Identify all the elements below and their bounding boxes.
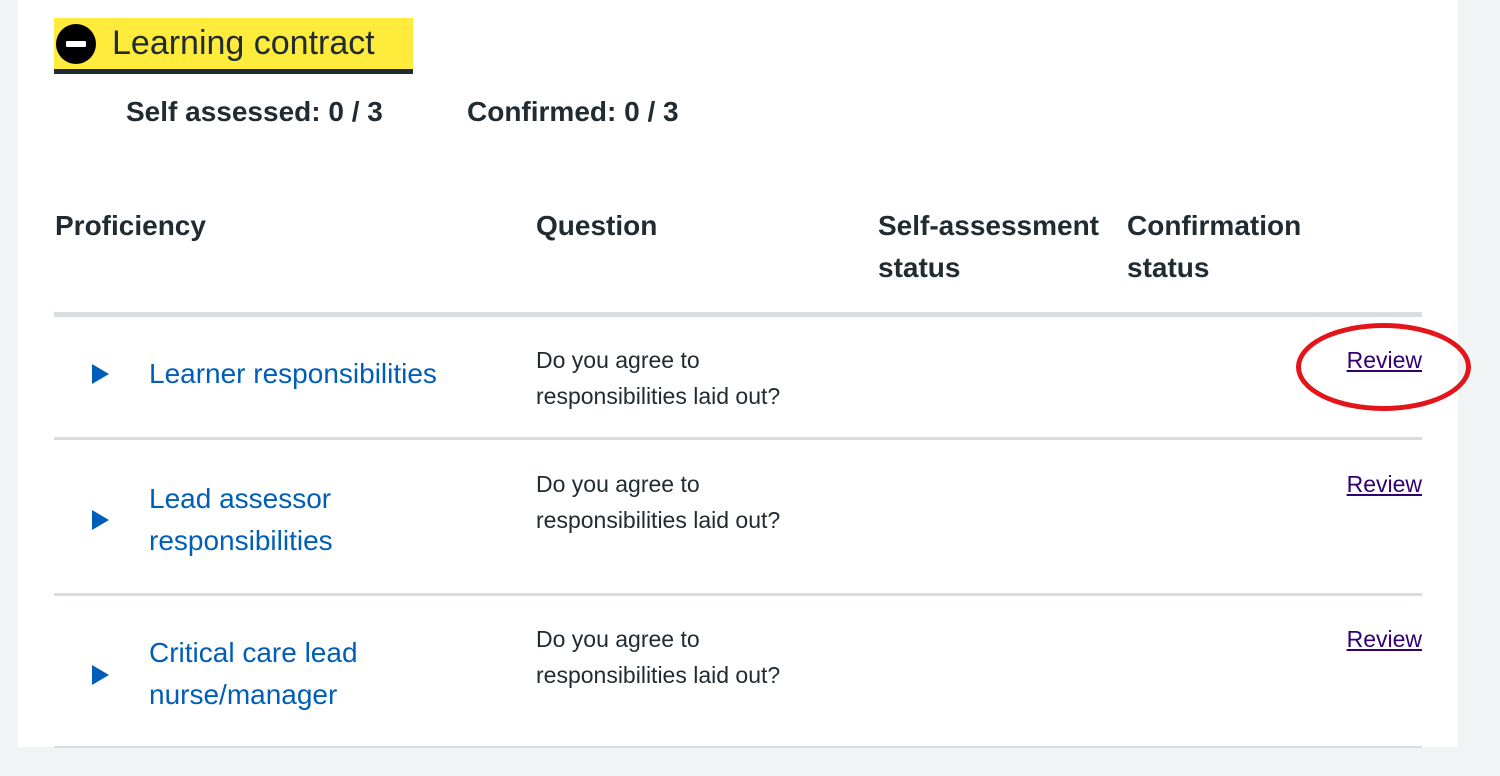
minus-circle-icon bbox=[56, 23, 96, 64]
row-divider bbox=[54, 746, 1422, 748]
review-link[interactable]: Review bbox=[1347, 342, 1422, 378]
question-text: Do you agree to responsibilities laid ou… bbox=[536, 626, 781, 688]
proficiency-name[interactable]: Lead assessor responsibilities bbox=[149, 478, 409, 562]
question-text: Do you agree to responsibilities laid ou… bbox=[536, 347, 781, 409]
expand-arrow-icon[interactable] bbox=[92, 510, 109, 530]
table-row: Critical care lead nurse/manager Do you … bbox=[54, 596, 1422, 746]
expand-arrow-icon[interactable] bbox=[92, 665, 109, 685]
proficiency-name[interactable]: Critical care lead nurse/manager bbox=[149, 632, 409, 716]
proficiency-name[interactable]: Learner responsibilities bbox=[149, 353, 489, 395]
review-link[interactable]: Review bbox=[1347, 466, 1422, 502]
self-assessed-count: Self assessed: 0 / 3 bbox=[126, 96, 383, 127]
table-row: Learner responsibilities Do you agree to… bbox=[54, 317, 1422, 437]
header-confirmation-status: Confirmation status bbox=[1127, 210, 1302, 283]
header-proficiency: Proficiency bbox=[55, 210, 206, 241]
expand-arrow-icon[interactable] bbox=[92, 364, 109, 384]
review-link[interactable]: Review bbox=[1347, 621, 1422, 657]
header-self-assessment-status: Self-assessment status bbox=[878, 210, 1100, 283]
header-question: Question bbox=[536, 210, 658, 241]
table-row: Lead assessor responsibilities Do you ag… bbox=[54, 440, 1422, 593]
section-title: Learning contract bbox=[112, 24, 375, 62]
confirmed-count: Confirmed: 0 / 3 bbox=[467, 96, 679, 127]
question-text: Do you agree to responsibilities laid ou… bbox=[536, 471, 781, 533]
learning-contract-toggle[interactable]: Learning contract bbox=[54, 18, 413, 74]
